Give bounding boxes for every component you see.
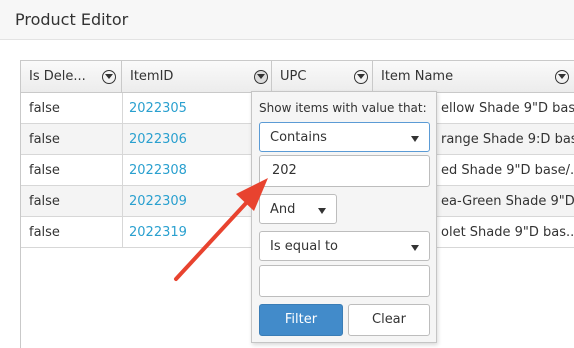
cell-item-name: ea-Green Shade 9"D... — [441, 194, 574, 209]
cell-is-deleted: false — [29, 194, 60, 209]
cell-is-deleted: false — [29, 132, 60, 147]
cell-item-name: olet Shade 9"D bas... — [441, 225, 574, 240]
column-header-is-deleted[interactable]: Is Dele... — [21, 61, 122, 93]
chevron-down-icon — [411, 136, 419, 142]
filter-icon[interactable] — [555, 70, 569, 84]
cell-item-id[interactable]: 2022308 — [129, 163, 187, 178]
cell-item-name: ed Shade 9"D base/... — [441, 163, 574, 178]
cell-item-id[interactable]: 2022305 — [129, 101, 187, 116]
filter-value-input-1[interactable]: 202 — [259, 155, 430, 187]
cell-item-id[interactable]: 2022306 — [129, 132, 187, 147]
column-label-item-name: Item Name — [381, 69, 454, 84]
operator-select-1[interactable]: Contains — [259, 122, 430, 152]
column-label-is-deleted: Is Dele... — [29, 69, 86, 84]
chevron-down-icon — [318, 208, 326, 214]
operator-select-1-value: Contains — [270, 130, 327, 145]
column-header-item-id[interactable]: ItemID — [122, 61, 272, 93]
operator-select-2[interactable]: Is equal to — [259, 231, 430, 261]
column-divider — [122, 155, 123, 186]
cell-item-id[interactable]: 2022309 — [129, 194, 187, 209]
column-header-upc[interactable]: UPC — [272, 61, 373, 93]
filter-menu-title: Show items with value that: — [259, 101, 427, 115]
clear-button[interactable]: Clear — [348, 304, 430, 336]
grid-header: Is Dele... ItemID UPC Item Name — [21, 61, 574, 93]
app-header: Product Editor — [0, 0, 574, 40]
column-divider — [122, 124, 123, 155]
cell-item-name: range Shade 9:D bas... — [441, 132, 574, 147]
column-label-upc: UPC — [280, 69, 307, 84]
column-label-item-id: ItemID — [130, 69, 174, 84]
cell-item-name: ellow Shade 9"D bas... — [441, 101, 574, 116]
filter-icon[interactable] — [102, 70, 116, 84]
filter-value-input-2[interactable] — [259, 265, 430, 297]
operator-select-2-value: Is equal to — [270, 239, 338, 254]
page-title: Product Editor — [15, 10, 129, 29]
logic-select-value: And — [270, 202, 296, 217]
cell-is-deleted: false — [29, 225, 60, 240]
cell-is-deleted: false — [29, 101, 60, 116]
column-divider — [122, 93, 123, 124]
column-header-item-name[interactable]: Item Name — [373, 61, 574, 93]
cell-item-id[interactable]: 2022319 — [129, 225, 187, 240]
filter-icon[interactable] — [254, 70, 268, 84]
chevron-down-icon — [411, 245, 419, 251]
column-divider — [122, 186, 123, 217]
cell-is-deleted: false — [29, 163, 60, 178]
filter-button[interactable]: Filter — [259, 304, 343, 336]
filter-icon[interactable] — [354, 70, 368, 84]
column-divider — [122, 217, 123, 248]
logic-select[interactable]: And — [259, 194, 337, 224]
filter-menu: Show items with value that: Contains 202… — [251, 91, 437, 343]
filter-value-input-1-text: 202 — [272, 163, 297, 178]
